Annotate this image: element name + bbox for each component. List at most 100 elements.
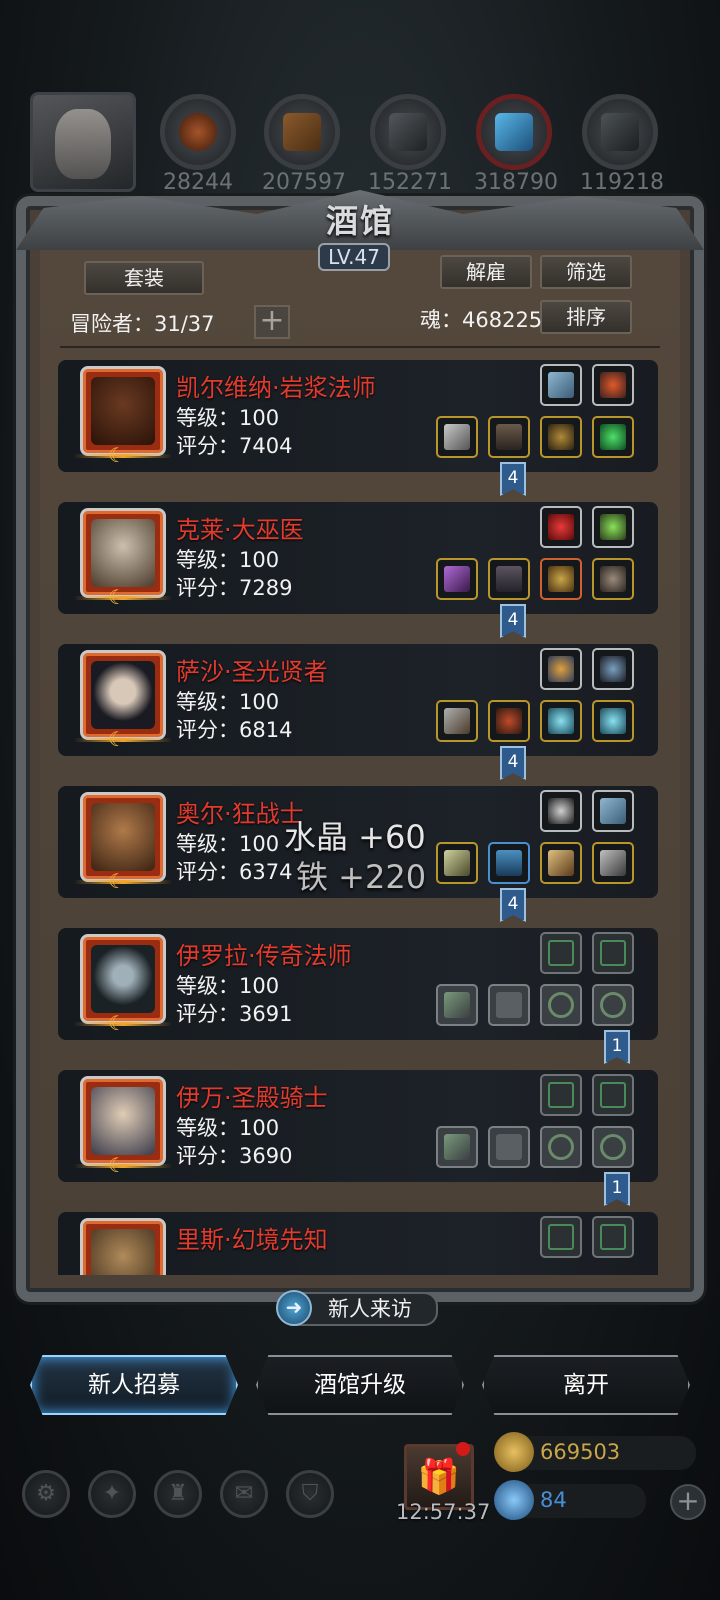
hero-level: 等级：100 bbox=[176, 1116, 280, 1140]
resource-bar: 28244 207597 152271 318790 119218 bbox=[0, 88, 720, 198]
crystal-count: 318790 bbox=[474, 170, 558, 195]
star-tag: 4 bbox=[500, 746, 526, 780]
hero-name: 里斯·幻境先知 bbox=[176, 1226, 328, 1254]
shield-emblem-icon[interactable]: ⛉ bbox=[286, 1470, 334, 1518]
pendant-icon[interactable] bbox=[592, 648, 634, 690]
hero-level: 等级：100 bbox=[176, 690, 280, 714]
wood-count: 207597 bbox=[262, 170, 346, 195]
hero-avatar[interactable] bbox=[80, 1218, 166, 1275]
demon-armor-icon[interactable] bbox=[488, 700, 530, 742]
hero-row[interactable]: 里斯·幻境先知 bbox=[58, 1212, 658, 1275]
ring-icon[interactable] bbox=[592, 700, 634, 742]
filter-button[interactable]: 筛选 bbox=[540, 255, 632, 289]
arrow-right-icon: ➜ bbox=[276, 1290, 312, 1326]
leave-button[interactable]: 离开 bbox=[482, 1355, 690, 1415]
iron-count: 119218 bbox=[580, 170, 664, 195]
hero-row[interactable]: ☾ 凯尔维纳·岩浆法师 等级：100 评分：7404 bbox=[58, 360, 658, 472]
hero-level: 等级：100 bbox=[176, 832, 280, 856]
staff-icon[interactable] bbox=[436, 416, 478, 458]
staff-slot-icon[interactable] bbox=[436, 984, 478, 1026]
scepter-icon[interactable] bbox=[436, 558, 478, 600]
hero-score: 评分：7404 bbox=[176, 434, 293, 458]
empty-slot-icon[interactable] bbox=[540, 1216, 582, 1258]
hero-score: 评分：3691 bbox=[176, 1002, 293, 1026]
gift-timer: 12:57:37 bbox=[396, 1500, 491, 1524]
star-tag: 4 bbox=[500, 604, 526, 638]
hero-score: 评分：7289 bbox=[176, 576, 293, 600]
hero-name: 伊罗拉·传奇法师 bbox=[176, 942, 352, 970]
empty-slot-icon[interactable] bbox=[592, 932, 634, 974]
moon-icon: ☾ bbox=[108, 869, 126, 893]
ring-icon[interactable] bbox=[540, 700, 582, 742]
star-emblem-icon[interactable]: ✦ bbox=[88, 1470, 136, 1518]
robe-icon[interactable] bbox=[488, 558, 530, 600]
star-tag: 4 bbox=[500, 888, 526, 922]
hammer-icon[interactable] bbox=[436, 700, 478, 742]
gem-amount: 84 bbox=[540, 1488, 567, 1512]
axe-icon[interactable] bbox=[436, 842, 478, 884]
armor-slot-icon[interactable] bbox=[488, 984, 530, 1026]
star-tag: 1 bbox=[604, 1172, 630, 1206]
hero-row[interactable]: ☾ 伊万·圣殿骑士 等级：100 评分：3690 bbox=[58, 1070, 658, 1182]
crystal-icon[interactable] bbox=[476, 94, 552, 170]
dismiss-button[interactable]: 解雇 bbox=[440, 255, 532, 289]
reward-iron-text: 铁 +220 bbox=[296, 858, 427, 896]
flame-rune-icon[interactable] bbox=[592, 364, 634, 406]
tree-emblem-icon[interactable] bbox=[540, 790, 582, 832]
armor-icon[interactable] bbox=[488, 416, 530, 458]
moon-icon: ☾ bbox=[108, 1153, 126, 1177]
empty-slot-icon[interactable] bbox=[592, 1074, 634, 1116]
hero-level: 等级：100 bbox=[176, 548, 280, 572]
moon-icon: ☾ bbox=[108, 443, 126, 467]
hero-name: 伊万·圣殿骑士 bbox=[176, 1084, 328, 1112]
hero-level: 等级：100 bbox=[176, 974, 280, 998]
gear-icon[interactable]: ⚙ bbox=[22, 1470, 70, 1518]
stone-icon[interactable] bbox=[370, 94, 446, 170]
plate-armor-icon[interactable] bbox=[488, 842, 530, 884]
adventurer-count: 冒险者：31/37 bbox=[70, 312, 215, 336]
gem-icon bbox=[494, 1480, 534, 1520]
add-slot-button[interactable]: + bbox=[254, 305, 290, 339]
ruby-icon[interactable] bbox=[540, 506, 582, 548]
hero-row[interactable]: ☾ 萨沙·圣光贤者 等级：100 评分：6814 bbox=[58, 644, 658, 756]
ring-slot-icon[interactable] bbox=[592, 1126, 634, 1168]
lamp-icon[interactable] bbox=[540, 648, 582, 690]
hero-level: 等级：100 bbox=[176, 406, 280, 430]
shield-icon[interactable] bbox=[540, 558, 582, 600]
gem-tablet-icon[interactable] bbox=[592, 790, 634, 832]
hero-name: 克莱·大巫医 bbox=[176, 516, 304, 544]
leather-icon[interactable] bbox=[160, 94, 236, 170]
castle-icon[interactable]: ♜ bbox=[154, 1470, 202, 1518]
add-currency-button[interactable]: + bbox=[670, 1484, 706, 1520]
recruit-button[interactable]: 新人招募 bbox=[30, 1355, 238, 1415]
iron-ingot-icon[interactable] bbox=[582, 94, 658, 170]
empty-slot-icon[interactable] bbox=[540, 932, 582, 974]
upgrade-tavern-button[interactable]: 酒馆升级 bbox=[256, 1355, 464, 1415]
elf-portrait-icon[interactable] bbox=[30, 92, 136, 192]
sort-button[interactable]: 排序 bbox=[540, 300, 632, 334]
star-tag: 1 bbox=[604, 1030, 630, 1064]
gem-tablet-icon[interactable] bbox=[540, 364, 582, 406]
mask-icon[interactable] bbox=[592, 558, 634, 600]
wood-plank-icon[interactable] bbox=[264, 94, 340, 170]
armor-slot-icon[interactable] bbox=[488, 1126, 530, 1168]
hero-score: 评分：6374 bbox=[176, 860, 293, 884]
hero-row[interactable]: ☾ 克莱·大巫医 等级：100 评分：7289 bbox=[58, 502, 658, 614]
necklace-icon[interactable] bbox=[540, 416, 582, 458]
lantern-icon[interactable] bbox=[592, 506, 634, 548]
ring-slot-icon[interactable] bbox=[540, 1126, 582, 1168]
suit-button[interactable]: 套装 bbox=[84, 261, 204, 295]
page-title: 酒馆 bbox=[325, 202, 394, 240]
hammer-slot-icon[interactable] bbox=[436, 1126, 478, 1168]
empty-slot-icon[interactable] bbox=[540, 1074, 582, 1116]
moon-icon: ☾ bbox=[108, 727, 126, 751]
leather-count: 28244 bbox=[163, 170, 233, 195]
ring-slot-icon[interactable] bbox=[540, 984, 582, 1026]
horn-icon[interactable] bbox=[540, 842, 582, 884]
mail-icon[interactable]: ✉ bbox=[220, 1470, 268, 1518]
emerald-icon[interactable] bbox=[592, 416, 634, 458]
hero-row[interactable]: ☾ 伊罗拉·传奇法师 等级：100 评分：3691 bbox=[58, 928, 658, 1040]
ring-slot-icon[interactable] bbox=[592, 984, 634, 1026]
empty-slot-icon[interactable] bbox=[592, 1216, 634, 1258]
claw-icon[interactable] bbox=[592, 842, 634, 884]
